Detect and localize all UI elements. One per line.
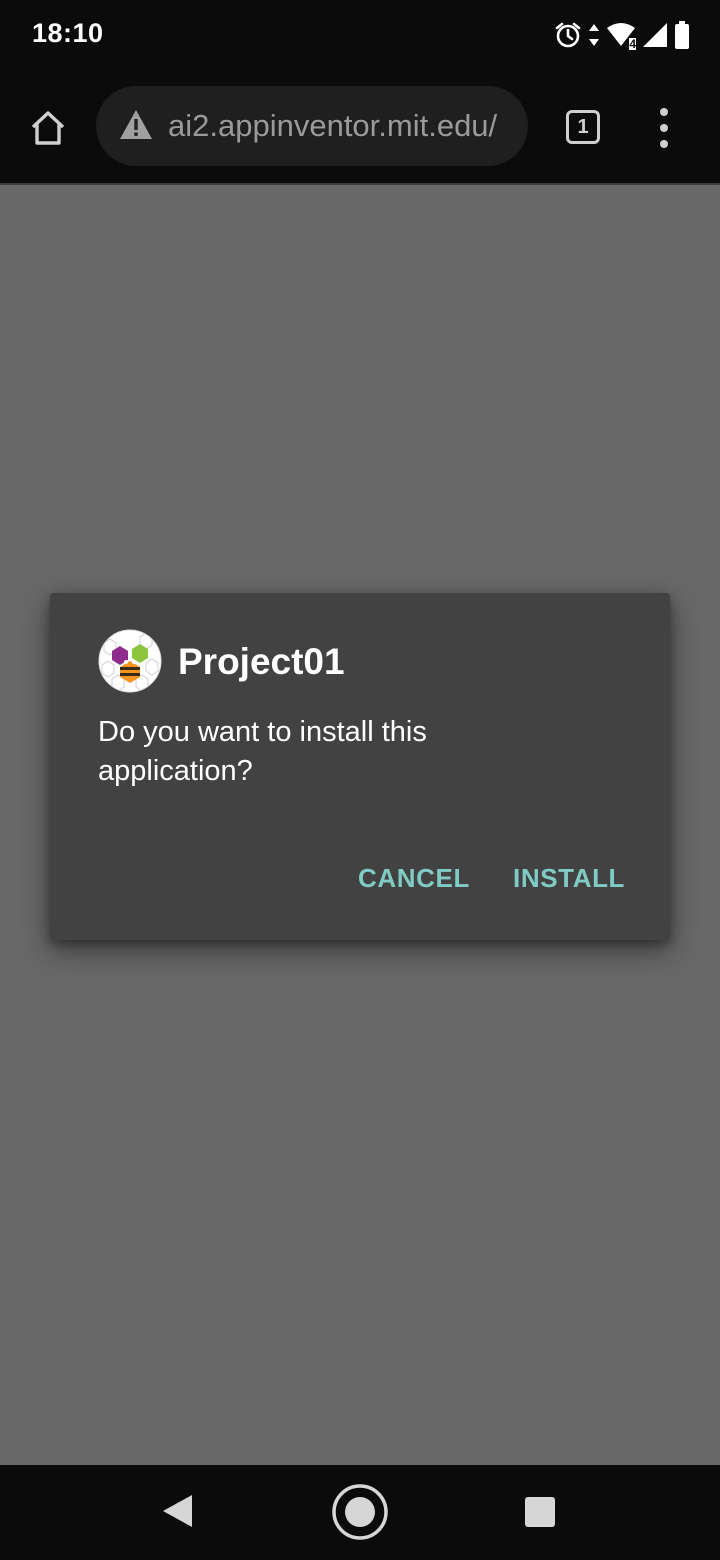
menu-dot (660, 140, 668, 148)
install-button[interactable]: INSTALL (513, 863, 625, 894)
signal-icon (642, 22, 668, 48)
status-icons: 4 (554, 20, 690, 50)
battery-icon (674, 21, 690, 49)
home-icon (31, 111, 65, 145)
url-bar[interactable]: ai2.appinventor.mit.edu/ (96, 86, 528, 166)
warning-icon[interactable] (118, 108, 154, 144)
cancel-button[interactable]: CANCEL (358, 863, 470, 894)
alarm-icon (554, 21, 582, 49)
menu-dot (660, 124, 668, 132)
navigation-bar (0, 1465, 720, 1560)
tabs-button[interactable]: 1 (566, 110, 600, 144)
menu-dot (660, 108, 668, 116)
home-button[interactable] (24, 104, 72, 152)
status-bar: 18:10 4 (0, 0, 720, 72)
dialog-title: Project01 (178, 641, 345, 682)
more-vert-icon[interactable] (650, 108, 678, 148)
url-text: ai2.appinventor.mit.edu/ (168, 108, 498, 143)
recents-icon[interactable] (525, 1497, 555, 1527)
install-dialog: Project01 Do you want to install this ap… (50, 593, 670, 940)
data-arrows-icon (588, 22, 600, 48)
network-type-label: 4 (629, 37, 636, 51)
browser-toolbar: ai2.appinventor.mit.edu/ 1 (0, 72, 720, 183)
home-nav-icon[interactable] (331, 1483, 389, 1546)
status-time: 18:10 (32, 18, 104, 48)
back-icon[interactable] (160, 1493, 194, 1534)
app-icon (98, 629, 162, 693)
screen: 18:10 4 ai2.appinventor.mit.edu/ 1 Proje… (0, 0, 720, 1560)
dialog-message: Do you want to install this application? (98, 716, 427, 787)
wifi-icon: 4 (606, 22, 636, 51)
